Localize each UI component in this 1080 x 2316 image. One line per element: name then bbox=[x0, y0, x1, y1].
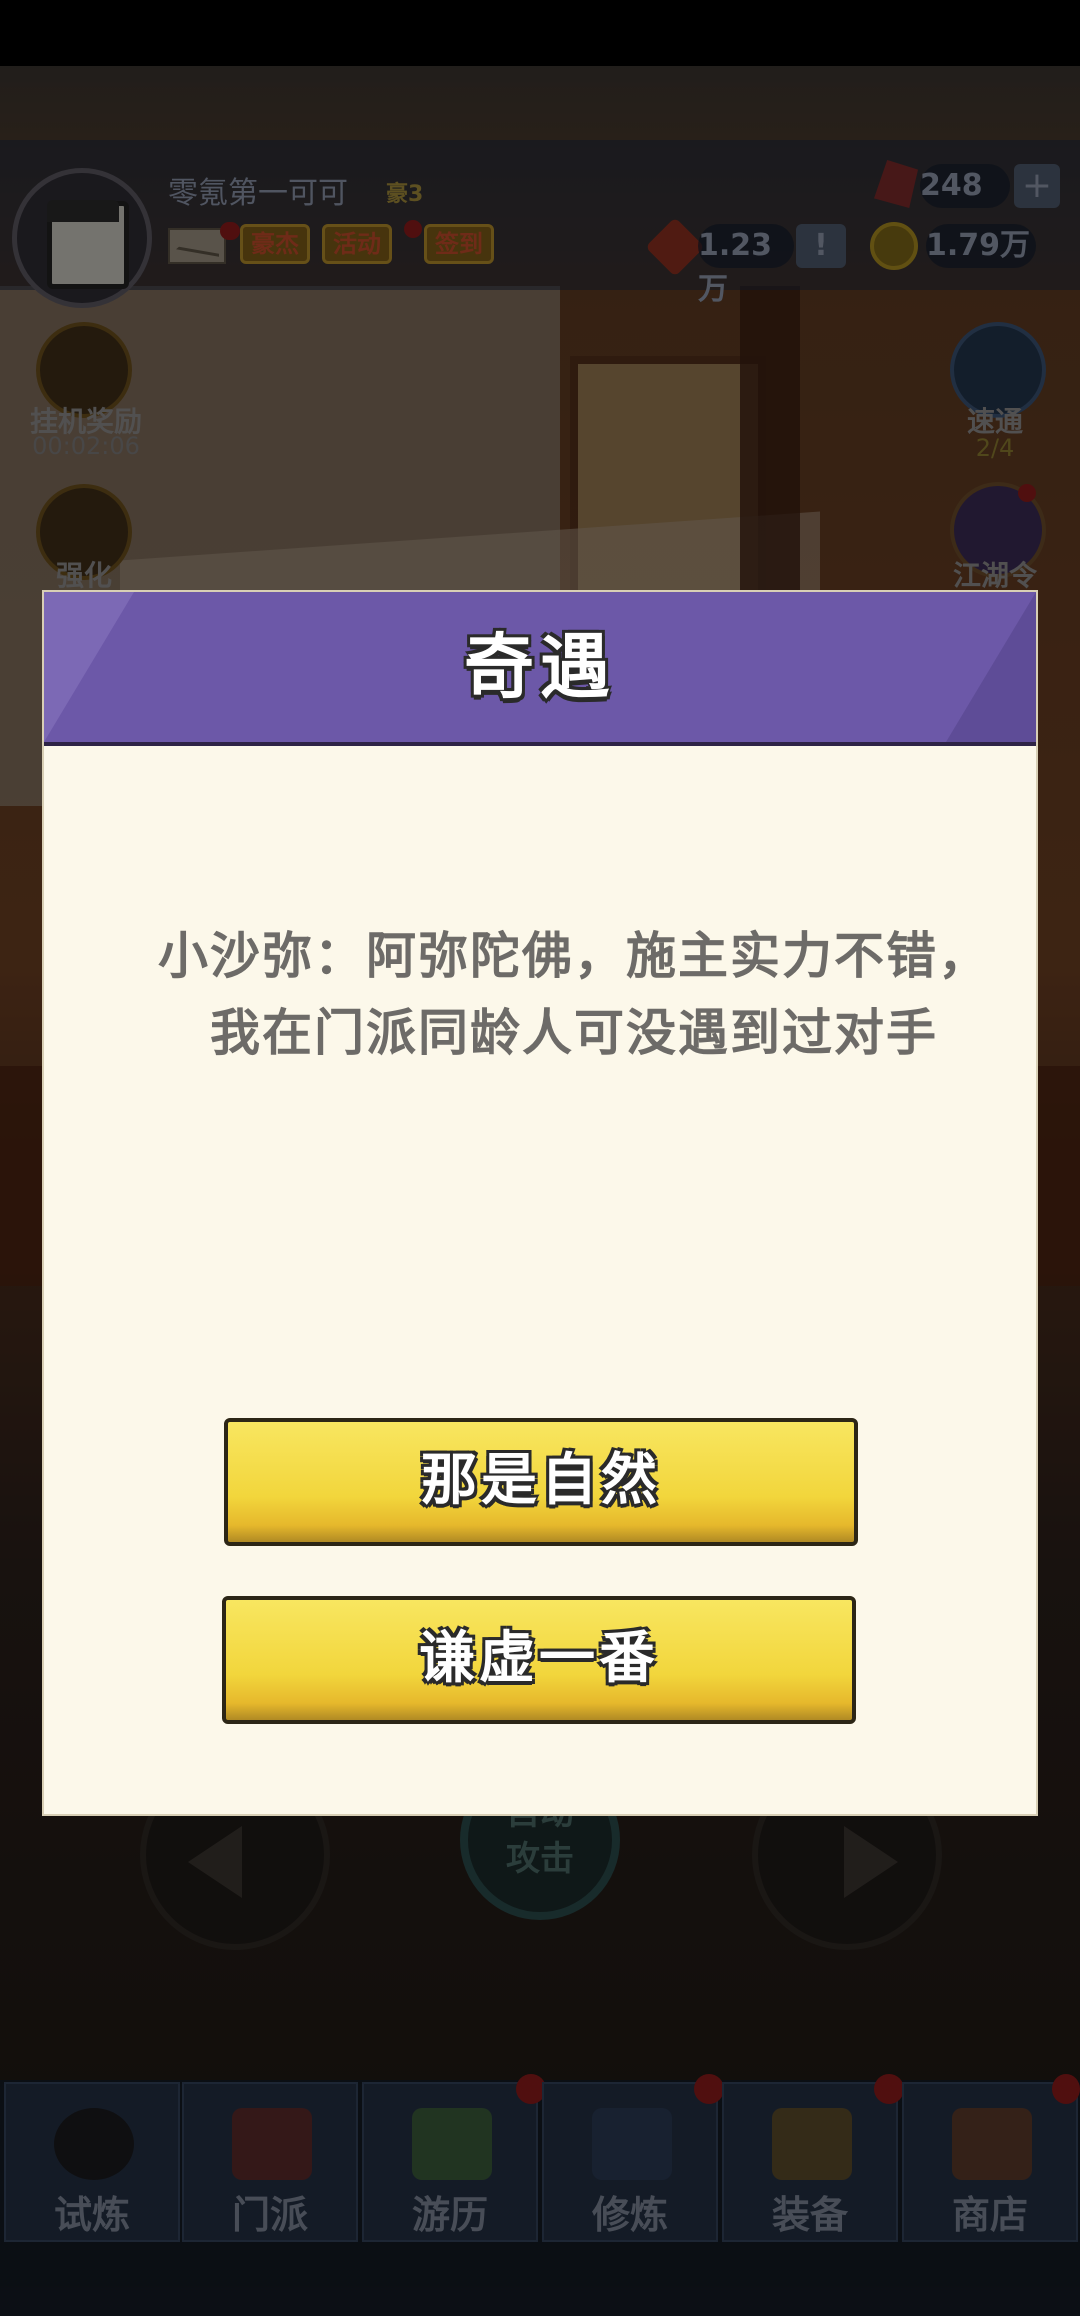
choice-button-modest[interactable]: 谦虚一番 bbox=[222, 1596, 856, 1724]
choice-button-naturally[interactable]: 那是自然 bbox=[224, 1418, 858, 1546]
dialog-title: 奇遇 bbox=[464, 626, 616, 708]
dialog-message: 小沙弥：阿弥陀佛，施主实力不错，我在门派同龄人可没遇到过对手 bbox=[158, 927, 990, 1062]
dialog-header: 奇遇 bbox=[44, 592, 1036, 746]
encounter-dialog: 奇遇 小沙弥：阿弥陀佛，施主实力不错，我在门派同龄人可没遇到过对手 那是自然 谦… bbox=[42, 590, 1038, 1816]
choice-button-naturally-label: 那是自然 bbox=[421, 1448, 661, 1513]
choice-button-modest-label: 谦虚一番 bbox=[419, 1626, 659, 1691]
